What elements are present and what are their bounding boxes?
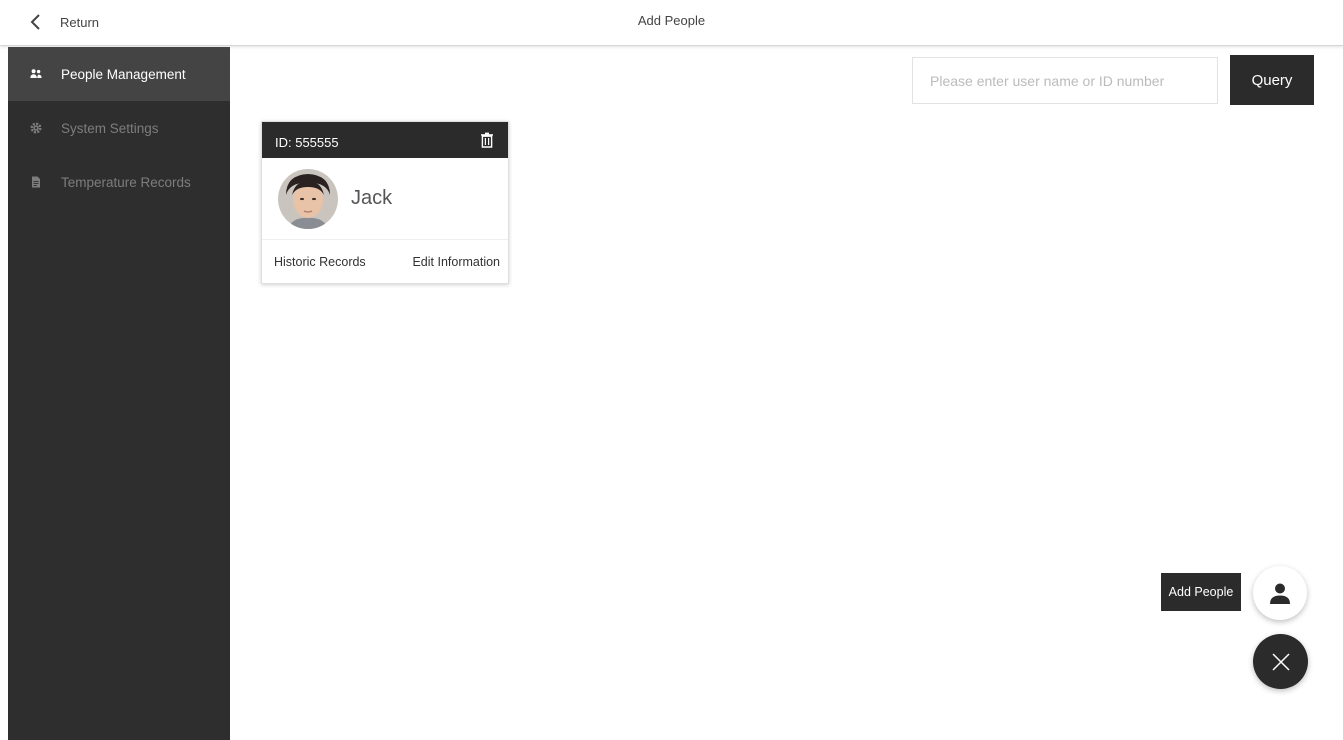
avatar	[278, 168, 338, 229]
people-icon	[30, 68, 42, 80]
close-icon	[1271, 652, 1290, 671]
edit-information-link[interactable]: Edit Information	[412, 255, 500, 269]
sidebar-item-temperature-records[interactable]: Temperature Records	[8, 155, 230, 209]
sidebar-item-people-management[interactable]: People Management	[8, 47, 230, 101]
person-icon	[1270, 583, 1290, 604]
person-id: ID: 555555	[275, 134, 339, 150]
card-header: ID: 555555	[262, 122, 508, 158]
person-card: ID: 555555 Jack Historic Records Edit In…	[261, 121, 509, 284]
add-people-label-button[interactable]: Add People	[1161, 573, 1241, 611]
top-bar: Return Add People	[0, 0, 1343, 46]
historic-records-link[interactable]: Historic Records	[274, 255, 366, 269]
sidebar-item-label: Temperature Records	[61, 174, 191, 190]
sidebar: People Management System Settings Temper…	[8, 47, 230, 740]
gear-icon	[30, 122, 42, 134]
page-title: Add People	[637, 13, 706, 28]
sidebar-item-label: People Management	[61, 66, 186, 82]
document-icon	[30, 176, 42, 188]
query-button[interactable]: Query	[1230, 55, 1314, 105]
add-people-button[interactable]	[1253, 566, 1307, 620]
sidebar-item-system-settings[interactable]: System Settings	[8, 101, 230, 155]
person-name: Jack	[351, 187, 393, 209]
card-body: Jack	[262, 158, 508, 240]
trash-icon[interactable]	[480, 132, 494, 148]
sidebar-item-label: System Settings	[61, 120, 159, 136]
card-footer: Historic Records Edit Information	[262, 240, 508, 283]
close-fab-button[interactable]	[1253, 634, 1308, 689]
search-input[interactable]	[912, 57, 1218, 104]
